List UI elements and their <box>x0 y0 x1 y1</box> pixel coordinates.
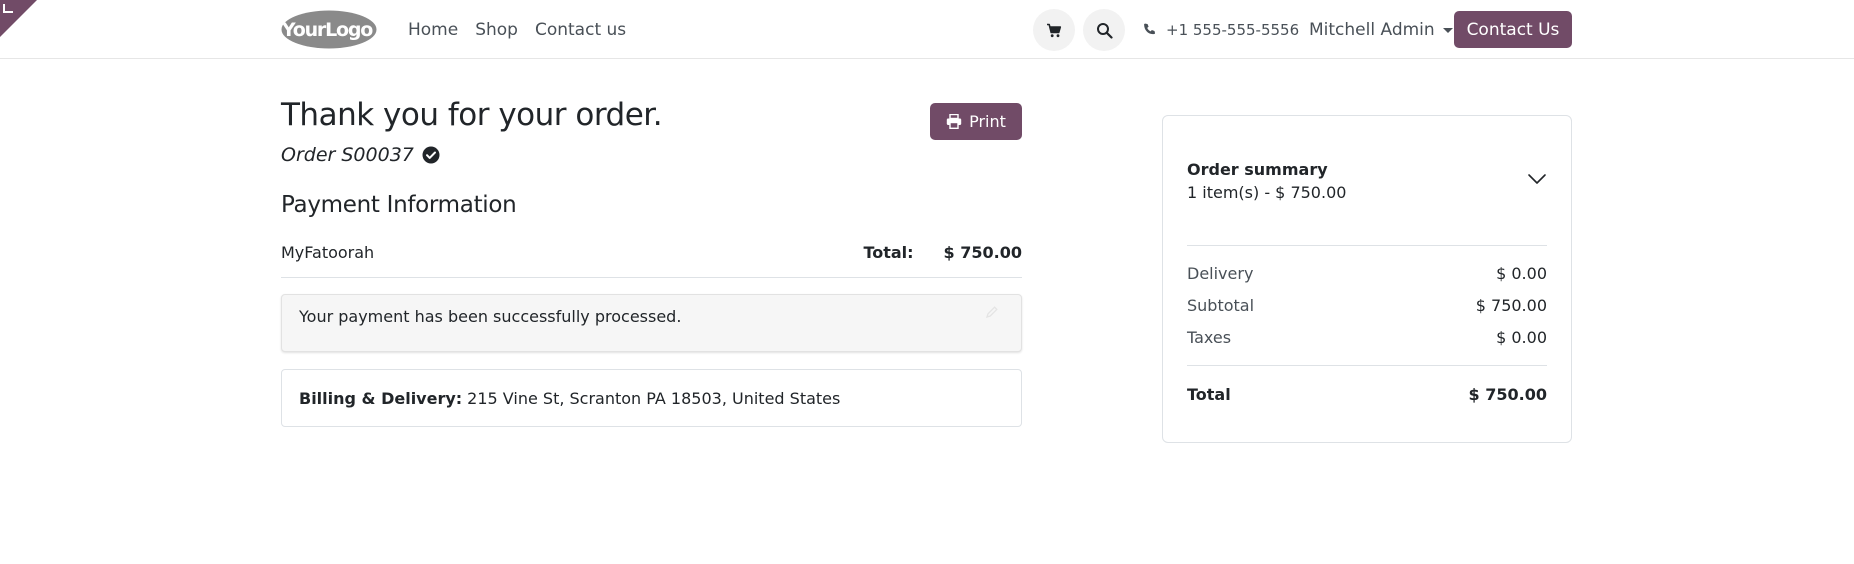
summary-total-value: $ 750.00 <box>1468 385 1547 404</box>
billing-delivery-address: 215 Vine St, Scranton PA 18503, United S… <box>467 388 841 408</box>
payment-heading: Payment Information <box>281 192 517 218</box>
cart-button[interactable] <box>1033 9 1075 51</box>
payment-status-message: Your payment has been successfully proce… <box>299 307 682 326</box>
summary-line-value: $ 0.00 <box>1496 328 1547 347</box>
payment-method: MyFatoorah <box>281 243 375 262</box>
nav-home[interactable]: Home <box>408 20 458 40</box>
chevron-down-icon[interactable] <box>1527 172 1547 186</box>
order-summary-subtitle: 1 item(s) - $ 750.00 <box>1187 183 1347 202</box>
payment-total-label: Total: <box>863 243 914 262</box>
order-summary-title: Order summary <box>1187 160 1328 179</box>
order-summary-card: Order summary 1 item(s) - $ 750.00 Deliv… <box>1162 115 1572 443</box>
corner-icon <box>3 4 13 13</box>
order-reference: Order S00037 <box>281 144 440 166</box>
user-menu[interactable]: Mitchell Admin <box>1309 0 1453 59</box>
caret-down-icon <box>1442 28 1453 33</box>
summary-line-label: Subtotal <box>1187 296 1255 315</box>
summary-line-label: Delivery <box>1187 264 1254 283</box>
summary-divider <box>1187 245 1547 246</box>
phone-icon <box>1144 23 1156 35</box>
summary-line-value: $ 750.00 <box>1475 296 1547 315</box>
page-title: Thank you for your order. <box>281 97 663 133</box>
printer-icon <box>946 114 962 129</box>
payment-total-value: $ 750.00 <box>943 243 1022 262</box>
logo-text: YourLogo <box>281 19 373 41</box>
search-button[interactable] <box>1083 9 1125 51</box>
print-label: Print <box>969 112 1006 131</box>
nav-shop[interactable]: Shop <box>475 20 518 40</box>
cart-icon <box>1047 23 1062 37</box>
summary-line-label: Taxes <box>1187 328 1232 347</box>
logo[interactable]: YourLogo <box>281 10 377 49</box>
payment-row: MyFatoorah Total: $ 750.00 <box>281 228 1022 278</box>
summary-line-subtotal: Subtotal $ 750.00 <box>1187 296 1547 315</box>
main-nav: Home Shop Contact us <box>408 0 626 59</box>
summary-line-taxes: Taxes $ 0.00 <box>1187 328 1547 347</box>
summary-line-value: $ 0.00 <box>1496 264 1547 283</box>
user-name: Mitchell Admin <box>1309 19 1435 40</box>
search-icon <box>1096 22 1113 39</box>
phone-number: +1 555-555-5556 <box>1166 20 1300 39</box>
summary-total-label: Total <box>1187 385 1231 404</box>
summary-total: Total $ 750.00 <box>1187 385 1547 404</box>
top-navbar: YourLogo Home Shop Contact us +1 555-555… <box>0 0 1854 59</box>
print-button[interactable]: Print <box>930 103 1022 140</box>
phone-link[interactable]: +1 555-555-5556 <box>1143 0 1299 59</box>
pencil-icon[interactable] <box>985 305 999 319</box>
payment-status-alert: Your payment has been successfully proce… <box>281 294 1022 352</box>
billing-delivery-box: Billing & Delivery: 215 Vine St, Scranto… <box>281 369 1022 427</box>
nav-contact-us[interactable]: Contact us <box>535 20 626 40</box>
order-number: Order S00037 <box>281 144 414 166</box>
contact-us-button[interactable]: Contact Us <box>1454 11 1572 48</box>
billing-delivery-label: Billing & Delivery: <box>299 388 463 408</box>
check-circle-icon <box>422 146 440 164</box>
summary-line-delivery: Delivery $ 0.00 <box>1187 264 1547 283</box>
summary-divider <box>1187 365 1547 366</box>
